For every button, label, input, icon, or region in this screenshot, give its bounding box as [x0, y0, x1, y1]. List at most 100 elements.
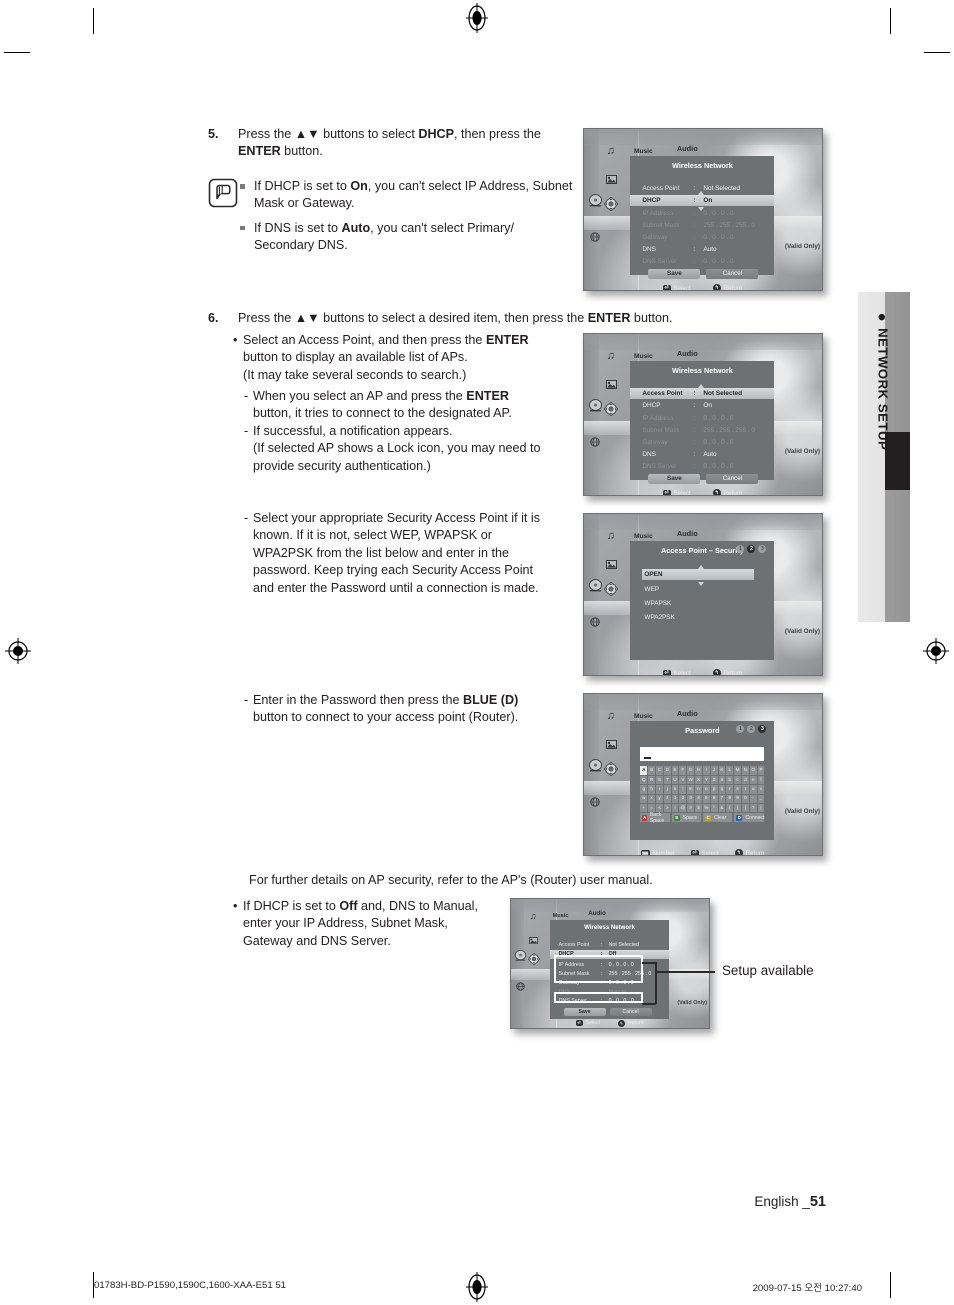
- key-action-connect[interactable]: D Connect: [734, 813, 765, 823]
- music-note-icon[interactable]: ♫: [607, 145, 615, 157]
- key-H[interactable]: H: [695, 766, 702, 775]
- key-O[interactable]: O: [749, 766, 757, 775]
- key-8[interactable]: 8: [726, 794, 734, 803]
- footer-return[interactable]: ↰ Return: [617, 1019, 644, 1027]
- key-M[interactable]: M: [734, 766, 741, 775]
- disc-icon[interactable]: [588, 758, 603, 778]
- cancel-button[interactable]: Cancel: [609, 1007, 652, 1016]
- key-4[interactable]: 4: [695, 794, 702, 803]
- photo-icon[interactable]: [605, 556, 617, 574]
- gear-icon[interactable]: [604, 196, 619, 216]
- key-B[interactable]: B: [648, 766, 656, 775]
- globe-icon[interactable]: [590, 229, 600, 247]
- key-K[interactable]: K: [718, 766, 726, 775]
- music-note-icon[interactable]: ♫: [607, 530, 615, 542]
- key-N[interactable]: N: [741, 766, 749, 775]
- security-item-wpapsk[interactable]: WPAPSK: [644, 600, 671, 607]
- music-note-icon[interactable]: ♫: [530, 911, 537, 921]
- cancel-button[interactable]: Cancel: [706, 269, 759, 280]
- row-gateway[interactable]: Gateway : 0 . 0 . 0 . 0: [630, 232, 774, 243]
- key-_[interactable]: _: [757, 794, 765, 803]
- row-dns-server[interactable]: DNS Server : 0 . 0 . 0 . 0: [630, 461, 774, 472]
- footer-select[interactable]: ⏎ Select: [662, 669, 691, 675]
- photo-icon[interactable]: [529, 931, 539, 949]
- key-A[interactable]: A: [640, 766, 648, 775]
- key-s[interactable]: s: [734, 785, 741, 794]
- row-dhcp[interactable]: DHCP : On: [630, 400, 774, 411]
- key-T[interactable]: T: [663, 775, 671, 785]
- save-button[interactable]: Save: [563, 1007, 606, 1016]
- footer-return[interactable]: ↰ Return: [712, 669, 742, 675]
- key-x[interactable]: x: [648, 794, 656, 803]
- key-Z[interactable]: Z: [710, 775, 718, 785]
- row-ip-address[interactable]: IP Address : 0 . 0 . 0 . 0: [630, 208, 774, 219]
- music-note-icon[interactable]: ♫: [607, 350, 615, 362]
- key-^[interactable]: ^: [710, 803, 718, 813]
- key-X[interactable]: X: [695, 775, 702, 785]
- key-h[interactable]: h: [648, 785, 656, 794]
- key-E[interactable]: E: [671, 766, 679, 775]
- key-?[interactable]: ?: [749, 803, 757, 813]
- disc-icon[interactable]: [514, 949, 527, 967]
- key-Q[interactable]: Q: [640, 775, 648, 785]
- key-action-back-space[interactable]: A Back Space: [640, 812, 670, 824]
- key-7[interactable]: 7: [718, 794, 726, 803]
- disc-icon[interactable]: [588, 578, 603, 598]
- gear-icon[interactable]: [604, 401, 619, 421]
- row-access-point[interactable]: Access Point : Not Selected: [550, 941, 670, 950]
- footer-select[interactable]: ⏎ Select: [690, 849, 719, 855]
- key-t[interactable]: t: [741, 785, 749, 794]
- key-)[interactable]: ): [734, 803, 741, 813]
- key-|[interactable]: |: [757, 803, 765, 813]
- key-%[interactable]: %: [702, 803, 710, 813]
- row-dns[interactable]: DNS : Auto: [630, 244, 774, 255]
- security-item-wpa2psk[interactable]: WPA2PSK: [644, 614, 674, 621]
- row-dns-server[interactable]: DNS Server : 0 . 0 . 0 . 0: [630, 256, 774, 267]
- footer-number[interactable]: ⌨ Number: [640, 849, 675, 855]
- key-C[interactable]: C: [656, 766, 663, 775]
- key-u[interactable]: u: [749, 785, 757, 794]
- password-input[interactable]: [640, 747, 765, 762]
- row-gateway[interactable]: Gateway : 0 . 0 . 0 . 0: [630, 437, 774, 448]
- key-S[interactable]: S: [656, 775, 663, 785]
- row-access-point[interactable]: Access Point : Not Selected: [630, 388, 775, 400]
- globe-icon[interactable]: [590, 794, 600, 812]
- key-&[interactable]: &: [718, 803, 726, 813]
- key-p[interactable]: p: [710, 785, 718, 794]
- key-+[interactable]: +: [640, 803, 648, 813]
- key-n[interactable]: n: [695, 785, 702, 794]
- key-d[interactable]: d: [741, 775, 749, 785]
- keyboard-action-bar[interactable]: A Back Space B Space C Clear D Connect: [640, 812, 765, 824]
- key-q[interactable]: q: [718, 785, 726, 794]
- key-z[interactable]: z: [663, 794, 671, 803]
- key-y[interactable]: y: [656, 794, 663, 803]
- key--[interactable]: -: [749, 794, 757, 803]
- gear-icon[interactable]: [604, 581, 619, 601]
- key-3[interactable]: 3: [687, 794, 695, 803]
- key-f[interactable]: f: [757, 775, 765, 785]
- footer-select[interactable]: ⏎ Select: [662, 284, 691, 290]
- key-#[interactable]: #: [687, 803, 695, 813]
- key-1[interactable]: 1: [671, 794, 679, 803]
- key-a[interactable]: a: [718, 775, 726, 785]
- key-$[interactable]: $: [695, 803, 702, 813]
- footer-return[interactable]: ↰ Return: [712, 284, 742, 290]
- music-note-icon[interactable]: ♫: [607, 710, 615, 722]
- key-k[interactable]: k: [671, 785, 679, 794]
- key-action-space[interactable]: B Space: [671, 813, 702, 823]
- key-V[interactable]: V: [679, 775, 687, 785]
- key-action-clear[interactable]: C Clear: [703, 813, 733, 823]
- key-R[interactable]: R: [648, 775, 656, 785]
- key-I[interactable]: I: [702, 766, 710, 775]
- disc-icon[interactable]: [588, 398, 603, 418]
- key-r[interactable]: r: [726, 785, 734, 794]
- photo-icon[interactable]: [605, 171, 617, 189]
- cancel-button[interactable]: Cancel: [706, 474, 759, 485]
- key-J[interactable]: J: [710, 766, 718, 775]
- globe-icon[interactable]: [516, 978, 525, 996]
- key-F[interactable]: F: [679, 766, 687, 775]
- key-W[interactable]: W: [687, 775, 695, 785]
- security-item-open[interactable]: OPEN: [642, 569, 755, 581]
- row-subnet-mask[interactable]: Subnet Mask : 255 . 255 . 255 . 0: [630, 220, 774, 231]
- save-button[interactable]: Save: [648, 474, 701, 485]
